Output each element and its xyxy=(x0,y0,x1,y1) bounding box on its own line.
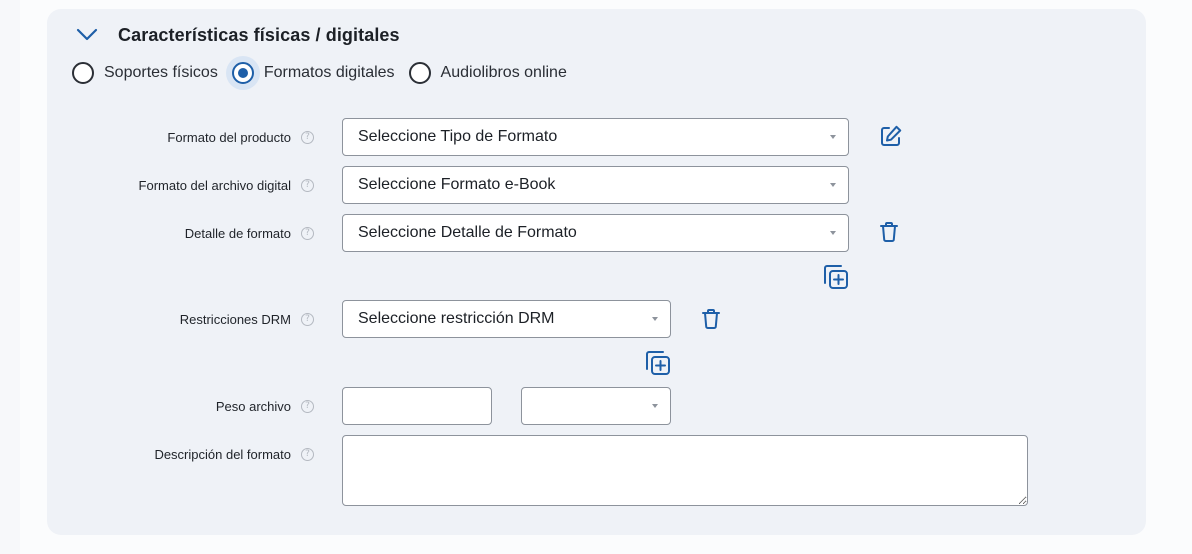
radio-circle[interactable] xyxy=(408,62,431,84)
field-label-descripcion-formato: Descripción del formato ? xyxy=(60,445,314,463)
field-label-restricciones-drm: Restricciones DRM ? xyxy=(60,310,314,328)
help-icon[interactable]: ? xyxy=(301,312,314,326)
caret-down-icon xyxy=(830,135,836,139)
caret-down-icon xyxy=(830,231,836,235)
help-icon[interactable]: ? xyxy=(301,447,314,461)
add-copy-icon[interactable] xyxy=(821,263,849,296)
select-formato-archivo[interactable]: Seleccione Formato e-Book xyxy=(342,166,849,204)
help-icon[interactable]: ? xyxy=(301,226,314,240)
descripcion-formato-textarea[interactable] xyxy=(342,435,1028,506)
radio-soportes-fisicos[interactable]: Soportes físicos xyxy=(72,62,218,84)
field-label-detalle-formato: Detalle de formato ? xyxy=(60,224,314,242)
radio-circle[interactable] xyxy=(72,62,94,84)
radio-audiolibros-online[interactable]: Audiolibros online xyxy=(408,62,567,84)
select-formato-producto[interactable]: Seleccione Tipo de Formato xyxy=(342,118,849,156)
radio-formatos-digitales[interactable]: Formatos digitales xyxy=(225,56,395,90)
field-label-formato-producto: Formato del producto ? xyxy=(60,128,314,146)
radio-focus-ring xyxy=(225,56,260,90)
chevron-down-icon[interactable] xyxy=(76,23,100,47)
trash-icon[interactable] xyxy=(879,221,899,248)
field-label-formato-archivo: Formato del archivo digital ? xyxy=(60,176,314,194)
radio-label: Audiolibros online xyxy=(440,64,567,81)
trash-icon[interactable] xyxy=(701,308,721,335)
select-restricciones-drm[interactable]: Seleccione restricción DRM xyxy=(342,300,671,338)
caret-down-icon xyxy=(652,317,658,321)
radio-label: Soportes físicos xyxy=(104,64,218,81)
select-peso-unidad[interactable] xyxy=(521,387,671,425)
format-type-radio-group: Soportes físicos Formatos digitales Audi… xyxy=(72,56,581,90)
peso-archivo-input[interactable] xyxy=(342,387,492,425)
section-header[interactable]: Características físicas / digitales xyxy=(76,22,400,48)
caret-down-icon xyxy=(652,404,658,408)
radio-label: Formatos digitales xyxy=(263,64,395,81)
edit-icon[interactable] xyxy=(879,124,903,153)
help-icon[interactable]: ? xyxy=(301,178,314,192)
add-copy-icon[interactable] xyxy=(643,349,671,382)
caret-down-icon xyxy=(830,183,836,187)
section-title: Características físicas / digitales xyxy=(118,24,400,45)
help-icon[interactable]: ? xyxy=(301,399,314,413)
help-icon[interactable]: ? xyxy=(301,130,314,144)
select-detalle-formato[interactable]: Seleccione Detalle de Formato xyxy=(342,214,849,252)
field-label-peso-archivo: Peso archivo ? xyxy=(60,397,314,415)
radio-circle-selected[interactable] xyxy=(231,62,254,84)
